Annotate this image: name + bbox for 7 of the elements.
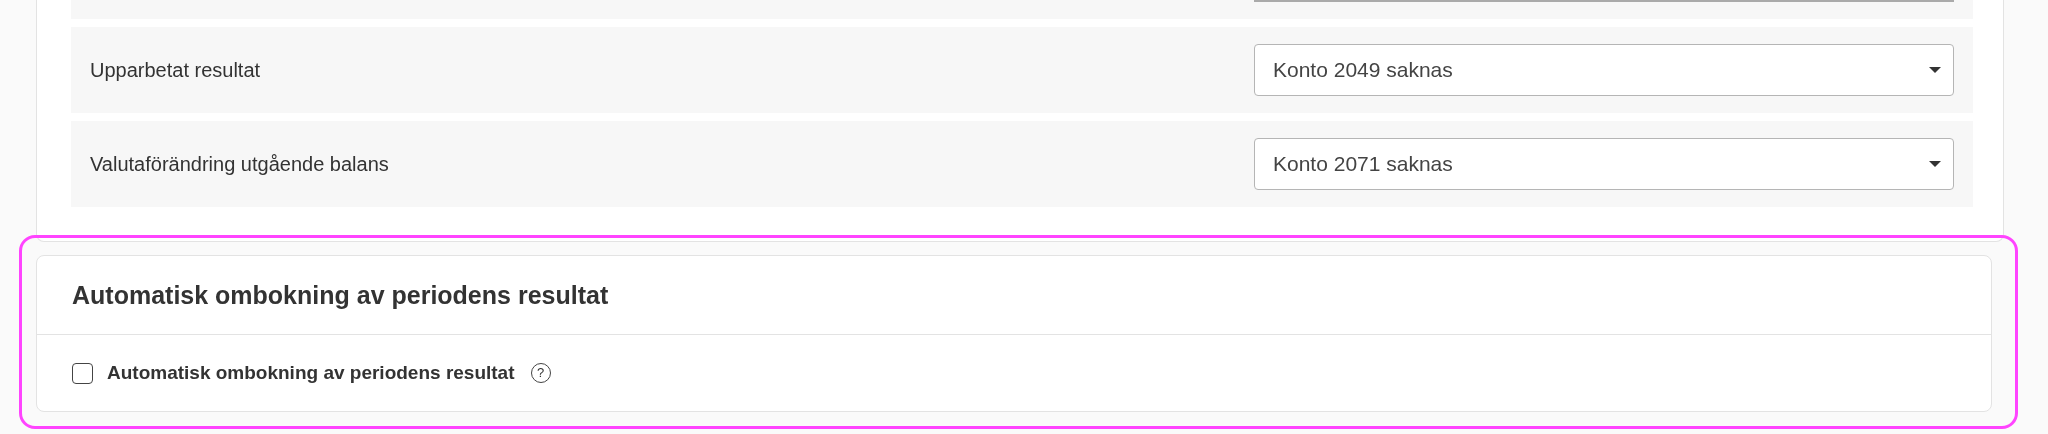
account-select[interactable]: Konto 2049 saknas xyxy=(1254,44,1954,96)
account-select[interactable]: Konto 2071 saknas xyxy=(1254,138,1954,190)
row-label: Upparbetat resultat xyxy=(90,58,261,83)
checkbox-label[interactable]: Automatisk ombokning av periodens resultat xyxy=(107,358,515,388)
checkbox[interactable] xyxy=(72,362,93,384)
section-title: Automatisk ombokning av periodens resultat xyxy=(72,280,609,310)
row-label: Valutaförändring utgående balans xyxy=(90,152,389,177)
